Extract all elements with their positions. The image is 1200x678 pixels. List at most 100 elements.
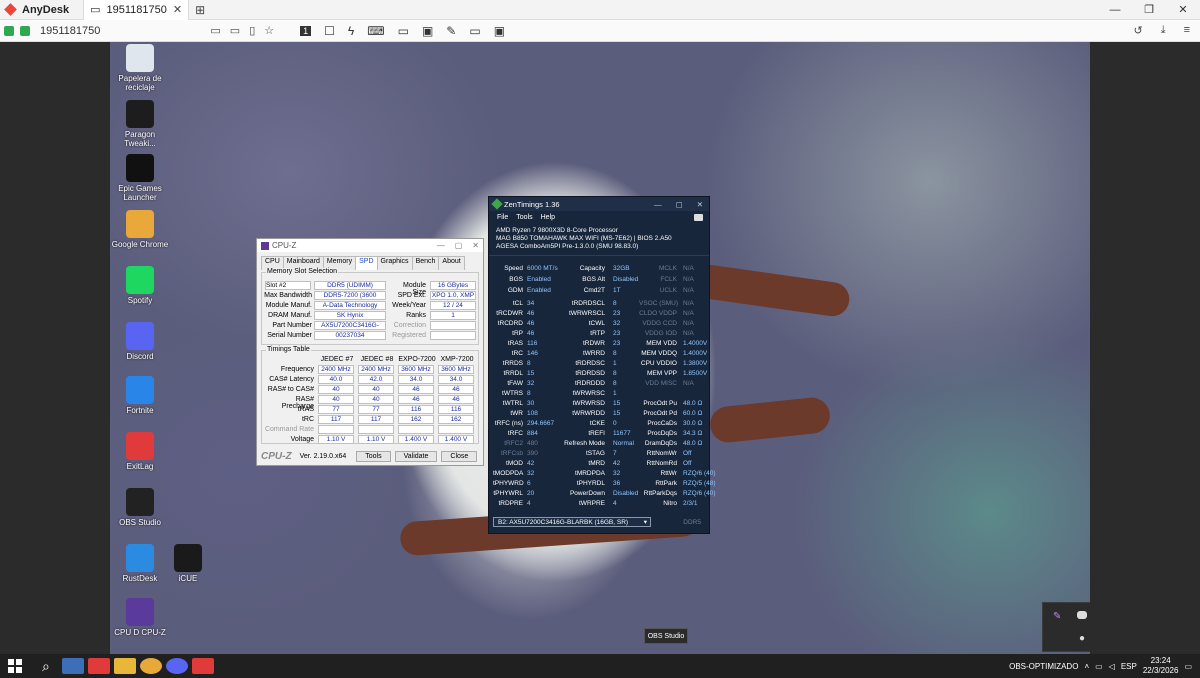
- feather-icon[interactable]: ✎: [1053, 611, 1061, 622]
- correction-label: Correction: [393, 322, 426, 329]
- memory-slot-group-title: Memory Slot Selection: [266, 268, 339, 275]
- mobile-icon[interactable]: ▯: [249, 24, 255, 37]
- tab-graphics[interactable]: Graphics: [376, 256, 413, 270]
- desktop-icon[interactable]: Papelera de reciclaje: [110, 44, 170, 92]
- search-icon[interactable]: ⌕: [42, 658, 50, 675]
- volume-icon[interactable]: ◁: [1109, 662, 1115, 671]
- install-icon[interactable]: ⤓: [1161, 24, 1166, 37]
- chat-icon[interactable]: ▭: [230, 24, 240, 37]
- desktop-icon[interactable]: Fortnite: [110, 376, 170, 415]
- spd-ext-label: SPD Ext.: [397, 292, 426, 299]
- timing-col-header: JEDEC #7: [320, 356, 354, 363]
- desktop-icon[interactable]: Discord: [110, 322, 170, 361]
- minimize-button[interactable]: —: [1098, 0, 1132, 20]
- privacy-icon[interactable]: ▣: [494, 24, 505, 38]
- timing-cell: [438, 425, 474, 434]
- close-icon[interactable]: ✕: [697, 200, 703, 209]
- close-button[interactable]: Close: [441, 450, 478, 462]
- desktop-icon[interactable]: iCUE: [158, 544, 218, 583]
- timing-label: Speed: [504, 265, 523, 272]
- notifications-icon[interactable]: ▭: [1184, 662, 1192, 671]
- desktop-icon[interactable]: Spotify: [110, 266, 170, 305]
- network-icon[interactable]: ▭: [1095, 662, 1103, 671]
- chat-bubble-icon[interactable]: ☐: [324, 24, 335, 38]
- tray-label[interactable]: OBS-OPTIMIZADO: [1009, 662, 1078, 671]
- new-tab-icon[interactable]: ⊞: [195, 3, 205, 17]
- timing-value: 294.6667: [527, 420, 555, 427]
- file-transfer-icon[interactable]: ▣: [422, 24, 433, 38]
- timing-label: VDD MISC: [645, 380, 677, 387]
- serial-number-label: Serial Number: [267, 332, 312, 339]
- zentimings-titlebar[interactable]: ZenTimings 1.36 — ▢ ✕: [489, 197, 709, 211]
- menu-file[interactable]: File: [497, 214, 508, 221]
- paragon-icon: [126, 100, 154, 128]
- history-icon[interactable]: ↺: [1133, 24, 1142, 37]
- timings-table-title: Timings Table: [266, 346, 311, 353]
- close-button[interactable]: ✕: [1166, 0, 1200, 20]
- timing-value: Enabled: [527, 287, 551, 294]
- close-tab-icon[interactable]: ✕: [173, 3, 182, 16]
- timing-cell: 34.0: [398, 375, 434, 384]
- language[interactable]: ESP: [1121, 662, 1137, 671]
- record-icon[interactable]: ▭: [469, 24, 480, 38]
- minimize-icon[interactable]: —: [654, 200, 662, 209]
- maximize-icon[interactable]: ▢: [676, 200, 683, 209]
- timing-cell: 40: [358, 395, 394, 404]
- camera-icon[interactable]: [694, 213, 703, 221]
- session-tab-label: 1951181750: [106, 3, 167, 16]
- tab-about[interactable]: About: [438, 256, 465, 270]
- microphone-icon[interactable]: ●: [1079, 633, 1085, 644]
- desktop-icon[interactable]: OBS Studio: [110, 488, 170, 527]
- minimize-icon[interactable]: —: [437, 241, 445, 250]
- cpuz-titlebar[interactable]: CPU-Z — ▢ ✕: [257, 239, 483, 252]
- taskbar-app-icon[interactable]: [61, 658, 84, 674]
- validate-button[interactable]: Validate: [394, 450, 438, 462]
- wallpaper-belt: [708, 395, 832, 445]
- clock[interactable]: 23:24 22/3/2026: [1143, 656, 1179, 676]
- module-select[interactable]: B2: AX5U7200C3416G-BLARBK (16GB, SR) ▾: [493, 517, 651, 527]
- discord-taskbar-icon[interactable]: [165, 658, 188, 674]
- desktop-icon[interactable]: CPU D CPU-Z: [110, 598, 170, 637]
- whiteboard-icon[interactable]: ✎: [446, 24, 456, 38]
- tab-spd[interactable]: SPD: [355, 256, 378, 270]
- star-icon[interactable]: ☆: [264, 24, 274, 37]
- timing-label: tWRWRDD: [572, 410, 605, 417]
- desktop-icon[interactable]: Paragon Tweaki...: [110, 100, 170, 148]
- slot-select[interactable]: Slot #2: [265, 281, 311, 290]
- timing-col-header: XMP-7200: [440, 356, 474, 363]
- anydesk-taskbar-icon-2[interactable]: [191, 658, 214, 674]
- desktop-icon[interactable]: Epic Games Launcher: [110, 154, 170, 202]
- timing-value: N/A: [683, 265, 694, 272]
- timing-label: Nitro: [663, 500, 677, 507]
- menu-help[interactable]: Help: [541, 214, 555, 221]
- maximize-icon[interactable]: ▢: [455, 241, 463, 250]
- menu-tools[interactable]: Tools: [516, 214, 532, 221]
- desktop-icon[interactable]: Google Chrome: [110, 210, 170, 249]
- display-settings-icon[interactable]: ▭: [398, 24, 409, 38]
- anydesk-taskbar-icon[interactable]: [87, 658, 110, 674]
- anydesk-titlebar: AnyDesk ▭ 1951181750 ✕ ⊞ — ❐ ✕: [0, 0, 1200, 20]
- discord-tray-icon[interactable]: [1077, 611, 1087, 619]
- tab-bench[interactable]: Bench: [411, 256, 440, 270]
- timing-value: 32: [527, 380, 535, 387]
- start-icon[interactable]: [8, 659, 22, 673]
- chevron-up-icon[interactable]: ˄: [1084, 662, 1089, 671]
- restore-button[interactable]: ❐: [1132, 0, 1166, 20]
- monitor-select-button[interactable]: 1: [300, 25, 312, 36]
- session-tab[interactable]: ▭ 1951181750 ✕: [83, 0, 190, 20]
- keyboard-icon[interactable]: ⌨: [367, 24, 384, 38]
- desktop-icon[interactable]: ExitLag: [110, 432, 170, 471]
- file-explorer-icon[interactable]: [113, 658, 136, 674]
- timing-label: tPHYRDL: [576, 480, 605, 487]
- menu-icon[interactable]: ≡: [1184, 24, 1190, 37]
- chrome-taskbar-icon[interactable]: [139, 658, 162, 674]
- actions-icon[interactable]: ϟ: [348, 24, 354, 38]
- timing-label: ProcDqDs: [647, 430, 677, 437]
- max-bandwidth-value: DDR5-7200 (3600 MHz): [314, 291, 386, 300]
- timing-row-label: Voltage: [290, 436, 314, 443]
- display-icon[interactable]: ▭: [210, 24, 220, 37]
- tools-button[interactable]: Tools: [356, 450, 391, 462]
- close-icon[interactable]: ✕: [472, 241, 479, 250]
- timing-label: GDM: [507, 287, 523, 294]
- module-manuf-value: A-Data Technology: [314, 301, 386, 310]
